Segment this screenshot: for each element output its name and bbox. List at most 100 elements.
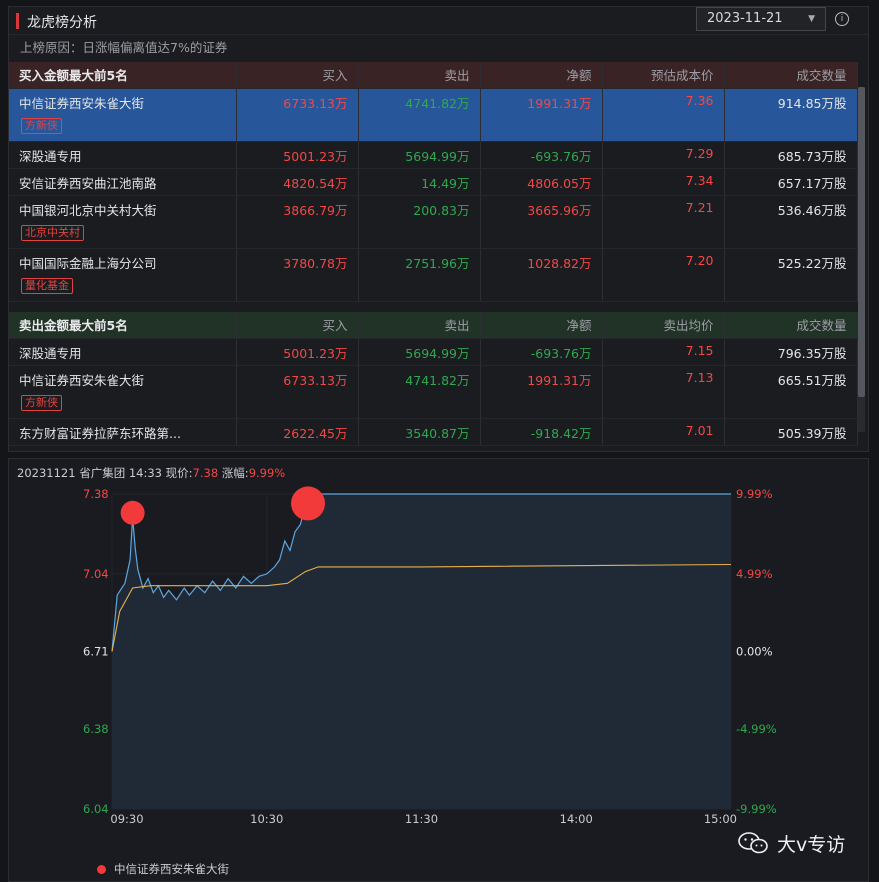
y-right-tick-label: 9.99% [736, 487, 773, 501]
buy-table-header: 买入金额最大前5名 买入 卖出 净额 预估成本价 成交数量 [9, 62, 858, 89]
net-amount: 4806.05万 [480, 168, 603, 196]
scrollbar-thumb[interactable] [858, 87, 865, 397]
seat-name: 中国银河北京中关村大街 [19, 202, 157, 218]
buy-col-volume[interactable]: 成交数量 [724, 62, 858, 89]
table-row[interactable]: 东方财富证券拉萨东环路第... 2622.45万 3540.87万 -918.4… [9, 418, 858, 446]
sell-amount: 5694.99万 [358, 338, 481, 366]
y-left-tick-label: 6.38 [83, 722, 109, 736]
panel-title: 龙虎榜分析 [27, 15, 97, 31]
buy-col-price[interactable]: 预估成本价 [602, 62, 725, 89]
table-row[interactable]: 中信证券西安朱雀大街 方新侠 6733.13万 4741.82万 1991.31万… [9, 88, 858, 142]
sell-col-net[interactable]: 净额 [480, 312, 603, 339]
panel-titlebar: 龙虎榜分析 2023-11-21 ▼ i [9, 7, 868, 35]
sell-amount: 4741.82万 [358, 365, 481, 419]
sell-col-name: 卖出金额最大前5名 [9, 312, 237, 339]
sell-col-price[interactable]: 卖出均价 [602, 312, 725, 339]
date-value: 2023-11-21 [707, 11, 783, 26]
buy-col-net[interactable]: 净额 [480, 62, 603, 89]
buy-amount: 2622.45万 [236, 418, 359, 446]
buy-col-buy[interactable]: 买入 [236, 62, 359, 89]
buy-amount: 6733.13万 [236, 88, 359, 142]
buy-col-name: 买入金额最大前5名 [9, 62, 237, 89]
info-icon[interactable]: i [835, 12, 849, 26]
x-tick-label: 10:30 [250, 812, 283, 826]
net-amount: 1028.82万 [480, 248, 603, 302]
y-left-tick-label: 7.38 [83, 487, 109, 501]
sell-col-buy[interactable]: 买入 [236, 312, 359, 339]
volume: 536.46万股 [724, 195, 858, 249]
y-left-tick-label: 7.04 [83, 567, 109, 581]
seat-name: 中国国际金融上海分公司 [19, 255, 157, 271]
cost-price: 7.20 [602, 248, 725, 302]
table-row[interactable]: 中国国际金融上海分公司 量化基金 3780.78万 2751.96万 1028.8… [9, 248, 858, 302]
buy-amount: 6733.13万 [236, 365, 359, 419]
table-row[interactable]: 深股通专用 5001.23万 5694.99万 -693.76万 7.15 79… [9, 338, 858, 366]
y-right-tick-label: -9.99% [736, 802, 777, 816]
volume: 665.51万股 [724, 365, 858, 419]
cost-price: 7.21 [602, 195, 725, 249]
chart-legend[interactable]: 中信证券西安朱雀大街 [97, 861, 229, 877]
cost-price: 7.36 [602, 88, 725, 142]
net-amount: -693.76万 [480, 141, 603, 169]
y-left-tick-label: 6.04 [83, 802, 109, 816]
sell-col-volume[interactable]: 成交数量 [724, 312, 858, 339]
volume: 505.39万股 [724, 418, 858, 446]
x-tick-label: 15:00 [704, 812, 737, 826]
trader-tag[interactable]: 方新侠 [21, 394, 62, 411]
listing-reason: 上榜原因：日涨幅偏离值达7%的证券 [20, 40, 228, 55]
y-left-tick-label: 6.71 [83, 645, 109, 659]
sell-avg-price: 7.13 [602, 365, 725, 419]
y-right-tick-label: 4.99% [736, 567, 773, 581]
net-amount: 1991.31万 [480, 88, 603, 142]
net-amount: 3665.96万 [480, 195, 603, 249]
buy-col-sell[interactable]: 卖出 [358, 62, 481, 89]
sell-amount: 14.49万 [358, 168, 481, 196]
sell-col-sell[interactable]: 卖出 [358, 312, 481, 339]
intraday-chart[interactable]: 7.38 9.99% 7.04 4.99% 6.71 0.00% 6.38 -4.99% 6.0… [9, 459, 870, 882]
date-dropdown[interactable]: 2023-11-21 ▼ [696, 7, 826, 31]
sell-amount: 5694.99万 [358, 141, 481, 169]
dragon-tiger-panel: 龙虎榜分析 2023-11-21 ▼ i 上榜原因：日涨幅偏离值达7%的证券 买… [8, 6, 869, 452]
cost-price: 7.34 [602, 168, 725, 196]
chevron-down-icon: ▼ [808, 14, 815, 24]
sell-amount: 2751.96万 [358, 248, 481, 302]
buy-amount: 5001.23万 [236, 338, 359, 366]
table-row[interactable]: 中信证券西安朱雀大街 方新侠 6733.13万 4741.82万 1991.31万… [9, 365, 858, 419]
seat-name: 东方财富证券拉萨东环路第... [9, 418, 237, 446]
trader-tag[interactable]: 量化基金 [21, 277, 73, 294]
legend-label: 中信证券西安朱雀大街 [114, 862, 229, 876]
buy-amount: 4820.54万 [236, 168, 359, 196]
sell-avg-price: 7.15 [602, 338, 725, 366]
sell-table: 卖出金额最大前5名 买入 卖出 净额 卖出均价 成交数量 深股通专用 5001.… [9, 312, 858, 446]
volume: 657.17万股 [724, 168, 858, 196]
buy-amount: 3780.78万 [236, 248, 359, 302]
wechat-icon [738, 832, 768, 854]
volume: 914.85万股 [724, 88, 858, 142]
x-tick-label: 14:00 [560, 812, 593, 826]
seat-name: 深股通专用 [9, 338, 237, 366]
table-row[interactable]: 深股通专用 5001.23万 5694.99万 -693.76万 7.29 68… [9, 141, 858, 169]
title-accent-bar [16, 13, 19, 29]
y-right-tick-label: 0.00% [736, 645, 773, 659]
trade-marker [291, 486, 326, 521]
sell-amount: 3540.87万 [358, 418, 481, 446]
net-amount: -693.76万 [480, 338, 603, 366]
sell-amount: 200.83万 [358, 195, 481, 249]
net-amount: -918.42万 [480, 418, 603, 446]
buy-amount: 5001.23万 [236, 141, 359, 169]
buy-amount: 3866.79万 [236, 195, 359, 249]
sell-amount: 4741.82万 [358, 88, 481, 142]
seat-name: 中信证券西安朱雀大街 [19, 95, 145, 111]
net-amount: 1991.31万 [480, 365, 603, 419]
table-row[interactable]: 中国银河北京中关村大街 北京中关村 3866.79万 200.83万 3665.9… [9, 195, 858, 249]
table-scrollbar[interactable] [858, 87, 865, 432]
trader-tag[interactable]: 北京中关村 [21, 224, 84, 241]
table-row[interactable]: 安信证券西安曲江池南路 4820.54万 14.49万 4806.05万 7.3… [9, 168, 858, 196]
seat-name: 深股通专用 [9, 141, 237, 169]
trade-marker [120, 500, 145, 525]
x-tick-label: 11:30 [405, 812, 438, 826]
buy-table: 买入金额最大前5名 买入 卖出 净额 预估成本价 成交数量 中信证券西安朱雀大街… [9, 62, 858, 302]
seat-name: 安信证券西安曲江池南路 [9, 168, 237, 196]
trader-tag[interactable]: 方新侠 [21, 117, 62, 134]
intraday-chart-panel: 20231121 省广集团 14:33 现价:7.38 涨幅:9.99% 7.3… [8, 458, 869, 882]
